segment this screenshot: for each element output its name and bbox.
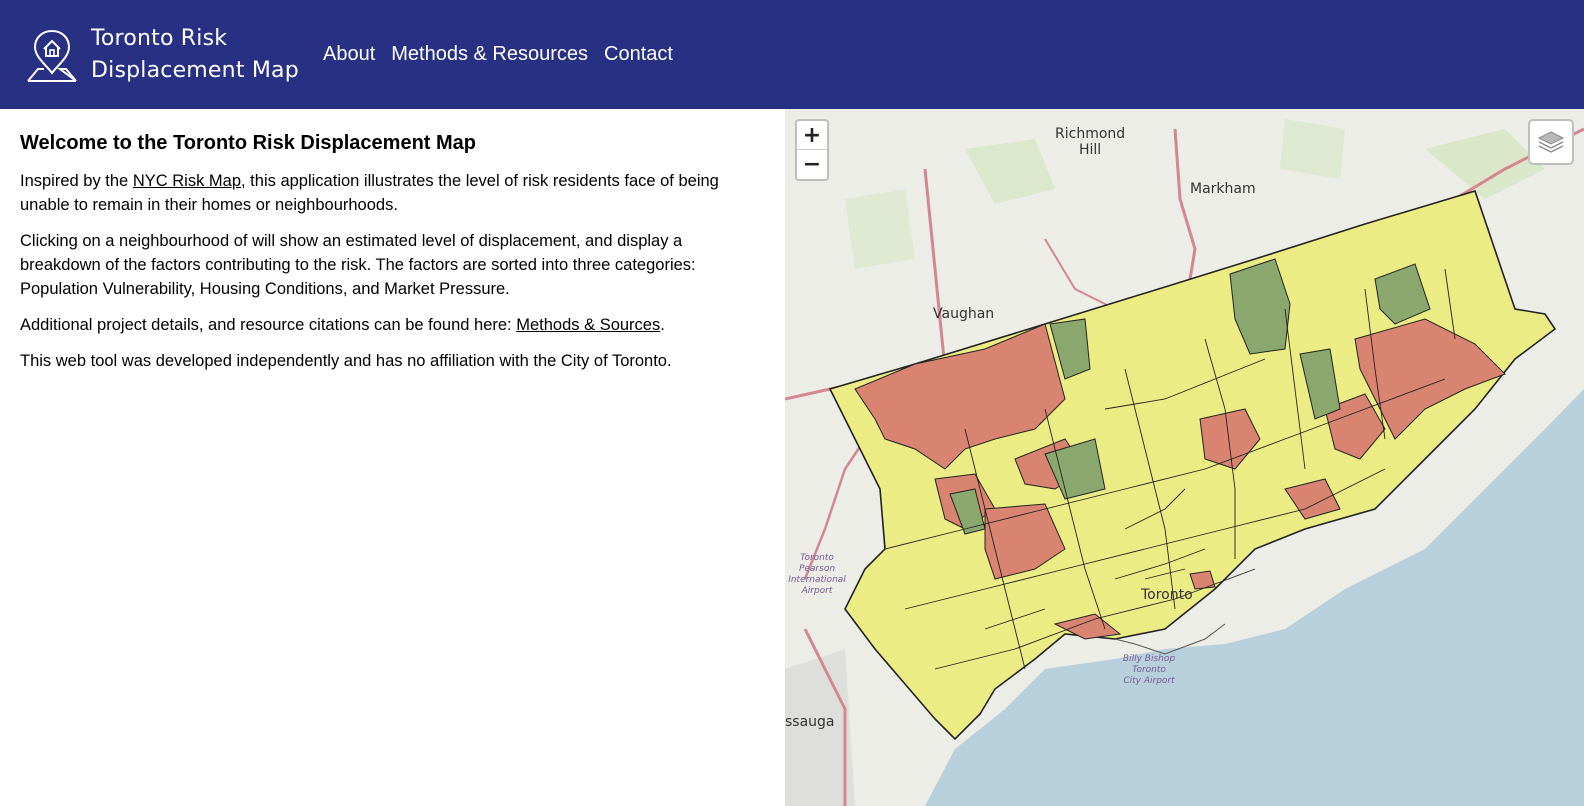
vaughan-label: Vaughan [933,306,995,322]
intro-text-a: Inspired by the [20,172,133,190]
richmond-hill-label-line2: Hill [1078,142,1102,158]
pearson-label-line2: Pearson [798,564,836,574]
zoom-control: + − [795,119,829,181]
site-title-line2: Displacement Map [91,57,299,83]
richmond-hill-label: Richmond Hill [1055,126,1125,158]
pearson-airport-label: Toronto Pearson International Airport [787,553,847,597]
disclaimer-paragraph: This web tool was developed independentl… [20,352,672,370]
site-title: Toronto Risk Displacement Map [91,23,301,87]
high-risk-zone-regent-park[interactable] [1189,570,1216,590]
pearson-label-line3: International [788,575,846,585]
zoom-out-button[interactable]: − [797,150,827,179]
top-navbar: Toronto Risk Displacement Map About Meth… [0,0,1584,109]
pearson-label-line1: Toronto [800,553,834,563]
nyc-risk-map-link[interactable]: NYC Risk Map [133,172,241,190]
mississauga-label: ssauga [785,714,835,730]
billy-label-line2: Toronto [1132,665,1166,675]
nav-methods-link[interactable]: Methods & Resources [391,43,588,66]
toronto-label: Toronto [1141,587,1193,603]
details-period: . [660,316,665,334]
nav-about-link[interactable]: About [323,43,375,66]
methods-sources-link[interactable]: Methods & Sources [516,316,660,334]
layers-icon [1537,131,1565,153]
info-panel: Welcome to the Toronto Risk Displacement… [0,109,785,806]
details-paragraph: Additional project details, and resource… [20,313,765,337]
site-title-line1: Toronto Risk [91,25,228,51]
nav-links: About Methods & Resources Contact [323,43,689,66]
instructions-paragraph: Clicking on a neighbourhood of will show… [20,232,696,298]
details-text: Additional project details, and resource… [20,316,517,334]
welcome-heading: Welcome to the Toronto Risk Displacement… [20,132,476,154]
home-location-pin-icon [27,29,77,82]
map-canvas[interactable] [785,109,1584,806]
pearson-label-line4: Airport [801,586,833,596]
billy-label-line1: Billy Bishop [1122,654,1176,664]
billy-label-line3: City Airport [1123,676,1175,686]
zoom-in-button[interactable]: + [797,121,827,150]
layers-control-button[interactable] [1528,119,1574,165]
nav-contact-link[interactable]: Contact [604,43,673,66]
risk-map[interactable]: Richmond Hill Markham Vaughan Toronto ss… [785,109,1584,806]
markham-label: Markham [1190,181,1256,197]
richmond-hill-label-line1: Richmond [1055,126,1126,142]
intro-paragraph: Inspired by the NYC Risk Map, this appli… [20,169,765,217]
billy-bishop-airport-label: Billy Bishop Toronto City Airport [1119,654,1179,687]
brand[interactable]: Toronto Risk Displacement Map [26,23,301,87]
